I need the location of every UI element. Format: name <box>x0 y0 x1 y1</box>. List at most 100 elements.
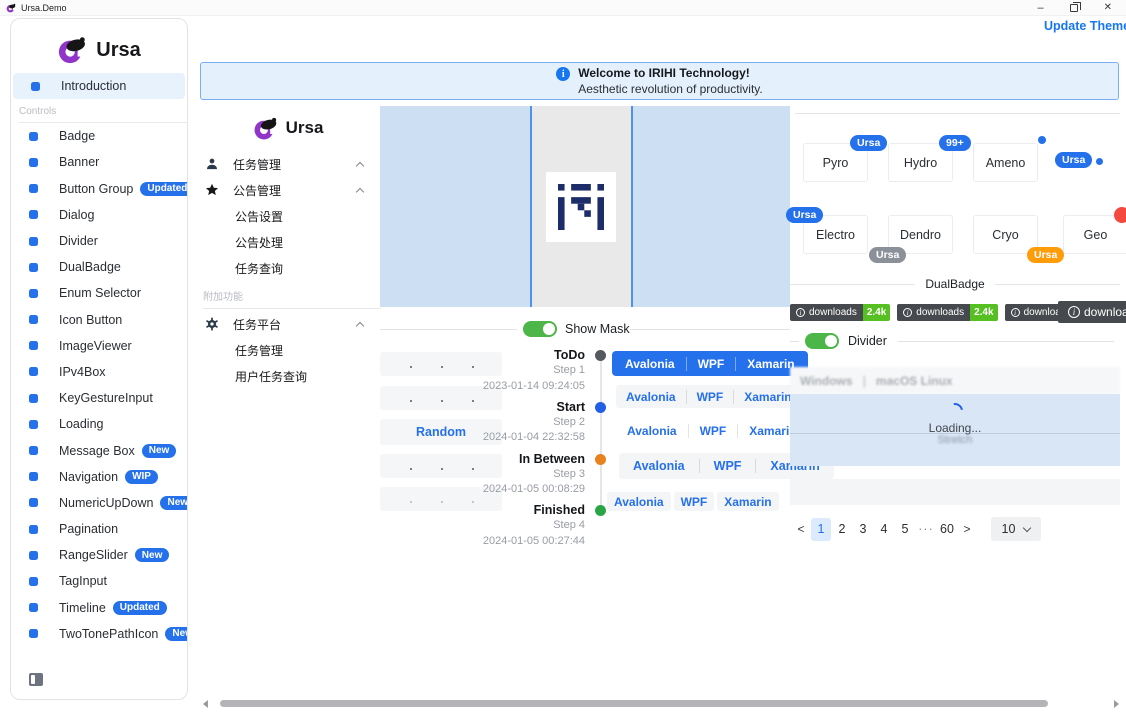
gear-icon <box>204 316 220 332</box>
sidebar-item[interactable]: Message Box New <box>11 437 187 463</box>
image-viewer[interactable] <box>380 106 790 307</box>
irihi-logo-image <box>546 172 616 242</box>
sidebar-item[interactable]: Divider <box>11 228 187 254</box>
menu-item-user-task-query[interactable]: 用户任务查询 <box>195 363 381 389</box>
sidebar-item[interactable]: Pagination <box>11 516 187 542</box>
pagination-prev-button[interactable]: < <box>792 522 810 536</box>
pagination-page[interactable]: 60 <box>937 518 957 541</box>
close-button[interactable]: ✕ <box>1104 2 1112 13</box>
info-icon: i <box>796 308 805 317</box>
sidebar-item-label: Navigation <box>59 470 118 484</box>
pagination-page[interactable]: 1 <box>811 518 831 541</box>
bullet-icon <box>29 210 38 219</box>
red-badge-geo <box>1114 207 1126 223</box>
button-group-button[interactable]: WPF <box>699 459 756 473</box>
button-group-button[interactable]: WPF <box>686 390 734 404</box>
show-mask-label: Show Mask <box>565 322 630 336</box>
sidebar-item[interactable]: Timeline Updated <box>11 595 187 621</box>
menu-logo-text: Ursa <box>286 118 324 138</box>
window-title: Ursa.Demo <box>21 3 67 13</box>
sidebar-item[interactable]: RangeSlider New <box>11 542 187 568</box>
bullet-icon <box>29 446 38 455</box>
dual-badge: i downloads 2.4k <box>897 304 997 321</box>
sidebar-item[interactable]: Icon Button <box>11 307 187 333</box>
horizontal-scrollbar-thumb[interactable] <box>220 700 1048 707</box>
viewer-guide-line[interactable] <box>530 106 532 307</box>
sidebar-item[interactable]: NumericUpDown New <box>11 490 187 516</box>
divider-toggle[interactable] <box>805 333 839 349</box>
sidebar-item[interactable]: KeyGestureInput <box>11 385 187 411</box>
button-group-button[interactable]: WPF <box>686 357 736 371</box>
sidebar-item[interactable]: Loading <box>11 411 187 437</box>
button-group-button[interactable]: Avalonia <box>607 492 671 511</box>
sidebar-item-badge: Updated <box>140 182 188 196</box>
sidebar-item[interactable]: Banner <box>11 149 187 175</box>
pagination-page[interactable]: 3 <box>853 518 873 541</box>
badge-card-ameno: Ameno <box>973 143 1038 182</box>
menu-item-label: 任务管理 <box>235 342 283 359</box>
button-group-button[interactable]: Avalonia <box>619 459 699 473</box>
scrollbar-left-arrow[interactable] <box>203 700 208 708</box>
button-group-button[interactable]: WPF <box>674 492 715 511</box>
menu-item-task-management[interactable]: 任务管理 <box>195 337 381 363</box>
pagination-page[interactable]: ··· <box>916 518 936 541</box>
menu-item-announcement-processing[interactable]: 公告处理 <box>195 229 381 255</box>
timeline-timestamp: 2024-01-05 00:08:29 <box>440 482 585 498</box>
show-mask-toggle[interactable] <box>523 321 557 337</box>
bullet-icon <box>29 158 38 167</box>
sidebar-item[interactable]: IPv4Box <box>11 359 187 385</box>
button-group-button[interactable]: Avalonia <box>616 424 688 438</box>
menu-group-task-platform[interactable]: 任务平台 <box>195 311 381 337</box>
scrollbar-right-arrow[interactable] <box>1114 700 1119 708</box>
loading-spinner-icon <box>944 400 966 422</box>
button-group-pills: Avalonia WPF Xamarin <box>607 491 779 512</box>
menu-group-task-management[interactable]: 任务管理 <box>195 151 381 177</box>
pagination-page[interactable]: 2 <box>832 518 852 541</box>
sidebar-item[interactable]: Button Group Updated <box>11 176 187 202</box>
sidebar-item-introduction[interactable]: Introduction <box>13 73 185 99</box>
app-logo-icon <box>6 3 16 13</box>
menu-item-task-query[interactable]: 任务查询 <box>195 255 381 281</box>
divider-toggle-row: Divider <box>790 333 1120 350</box>
timeline-title: ToDo <box>440 347 585 363</box>
button-group-button[interactable]: Avalonia <box>614 357 686 371</box>
minimize-button[interactable]: – <box>1037 3 1043 13</box>
bullet-icon <box>29 184 38 193</box>
viewer-guide-line[interactable] <box>631 106 633 307</box>
menu-item-announcement-settings[interactable]: 公告设置 <box>195 203 381 229</box>
timeline-timestamp: 2024-01-04 22:32:58 <box>440 430 585 446</box>
sidebar-item[interactable]: Enum Selector <box>11 280 187 306</box>
button-group-button[interactable]: Xamarin <box>717 492 778 511</box>
menu-group-announcement-management[interactable]: 公告管理 <box>195 177 381 203</box>
divider-line <box>898 341 1114 342</box>
sidebar-item[interactable]: ImageViewer <box>11 333 187 359</box>
maximize-button[interactable] <box>1070 4 1078 12</box>
sidebar-logo-text: Ursa <box>96 39 140 62</box>
update-theme-button[interactable]: Update Theme <box>1044 19 1126 33</box>
button-group-button[interactable]: Avalonia <box>616 390 686 404</box>
sidebar-collapse-icon[interactable] <box>29 673 43 686</box>
sidebar-item[interactable]: DualBadge <box>11 254 187 280</box>
sidebar-item[interactable]: TwoTonePathIcon New <box>11 621 187 647</box>
bullet-icon <box>29 315 38 324</box>
chevron-down-icon <box>1023 523 1031 531</box>
sidebar-item[interactable]: Dialog <box>11 202 187 228</box>
bullet-icon <box>29 420 38 429</box>
menu-section-extras: 附加功能 <box>195 281 381 311</box>
button-group-button[interactable]: WPF <box>688 424 738 438</box>
dual-badge-value: 2.4k <box>970 304 997 321</box>
bullet-icon <box>29 394 38 403</box>
sidebar-item-label: Divider <box>59 234 98 248</box>
pagination-page[interactable]: 4 <box>874 518 894 541</box>
dual-badge-value: 2.4k <box>863 304 890 321</box>
page-size-select[interactable]: 10 <box>991 517 1041 541</box>
dot-badge-standalone <box>1096 158 1103 165</box>
info-icon: i <box>1068 306 1080 318</box>
sidebar-item[interactable]: Badge <box>11 123 187 149</box>
sidebar-item[interactable]: Navigation WIP <box>11 464 187 490</box>
pagination-page[interactable]: 5 <box>895 518 915 541</box>
sidebar-item[interactable]: TagInput <box>11 568 187 594</box>
dual-badge-label: downloads <box>916 307 964 318</box>
pagination-next-button[interactable]: > <box>958 522 976 536</box>
info-icon: i <box>903 308 912 317</box>
